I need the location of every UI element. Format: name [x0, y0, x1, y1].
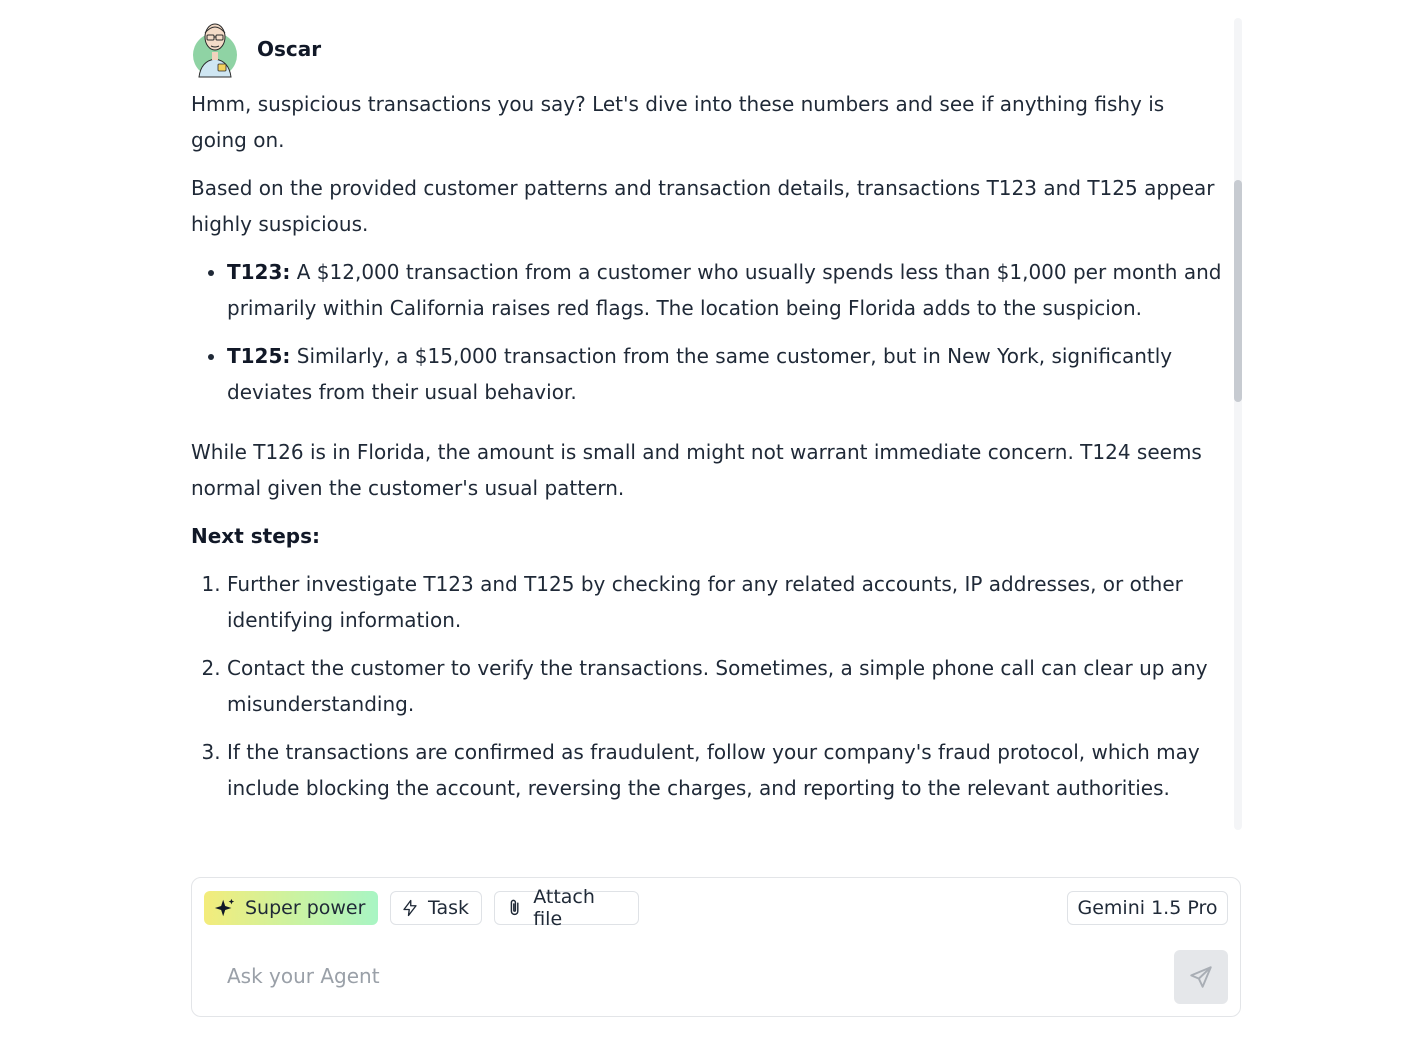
task-label: Task	[427, 897, 469, 919]
agent-message: Hmm, suspicious transactions you say? Le…	[191, 86, 1223, 806]
send-button[interactable]	[1174, 950, 1228, 1004]
chat-area: Oscar Hmm, suspicious transactions you s…	[191, 18, 1241, 830]
composer: Super power Task Attach file Gemini 1.5 …	[191, 877, 1241, 1017]
agent-header: Oscar	[191, 18, 1241, 80]
paper-plane-icon	[1190, 966, 1212, 988]
next-steps-heading-text: Next steps:	[191, 524, 320, 548]
model-label: Gemini 1.5 Pro	[1077, 897, 1218, 919]
list-item: If the transactions are confirmed as fra…	[227, 734, 1223, 806]
super-power-label: Super power	[245, 897, 366, 919]
chat-scrollbar[interactable]	[1234, 18, 1242, 830]
model-selector[interactable]: Gemini 1.5 Pro	[1067, 891, 1228, 925]
message-intro: Hmm, suspicious transactions you say? Le…	[191, 92, 1165, 152]
list-item: T123: A $12,000 transaction from a custo…	[227, 254, 1223, 326]
list-item-text: Similarly, a $15,000 transaction from th…	[227, 344, 1173, 404]
sparkles-icon	[214, 898, 235, 917]
list-item-label: T123:	[227, 260, 291, 284]
attach-file-button[interactable]: Attach file	[494, 886, 639, 930]
list-item: T125: Similarly, a $15,000 transaction f…	[227, 338, 1223, 410]
message-summary: Based on the provided customer patterns …	[191, 176, 1215, 236]
agent-name: Oscar	[257, 37, 322, 61]
next-steps-list: Further investigate T123 and T125 by che…	[191, 566, 1223, 806]
list-item-label: T125:	[227, 344, 291, 368]
list-item: Further investigate T123 and T125 by che…	[227, 566, 1223, 638]
agent-avatar	[193, 23, 237, 78]
attach-file-label: Attach file	[533, 886, 595, 930]
list-item-text: A $12,000 transaction from a customer wh…	[227, 260, 1222, 320]
next-steps-heading: Next steps:	[191, 518, 1223, 554]
super-power-button[interactable]: Super power	[204, 891, 378, 925]
chat-scrollbar-thumb[interactable]	[1234, 180, 1242, 402]
lightning-icon	[403, 899, 417, 917]
ask-agent-input[interactable]	[227, 958, 1157, 994]
list-item: Contact the customer to verify the trans…	[227, 650, 1223, 722]
task-button[interactable]: Task	[390, 891, 482, 925]
message-note: While T126 is in Florida, the amount is …	[191, 440, 1202, 500]
suspicious-transactions-list: T123: A $12,000 transaction from a custo…	[191, 254, 1223, 410]
paperclip-icon	[510, 899, 519, 916]
